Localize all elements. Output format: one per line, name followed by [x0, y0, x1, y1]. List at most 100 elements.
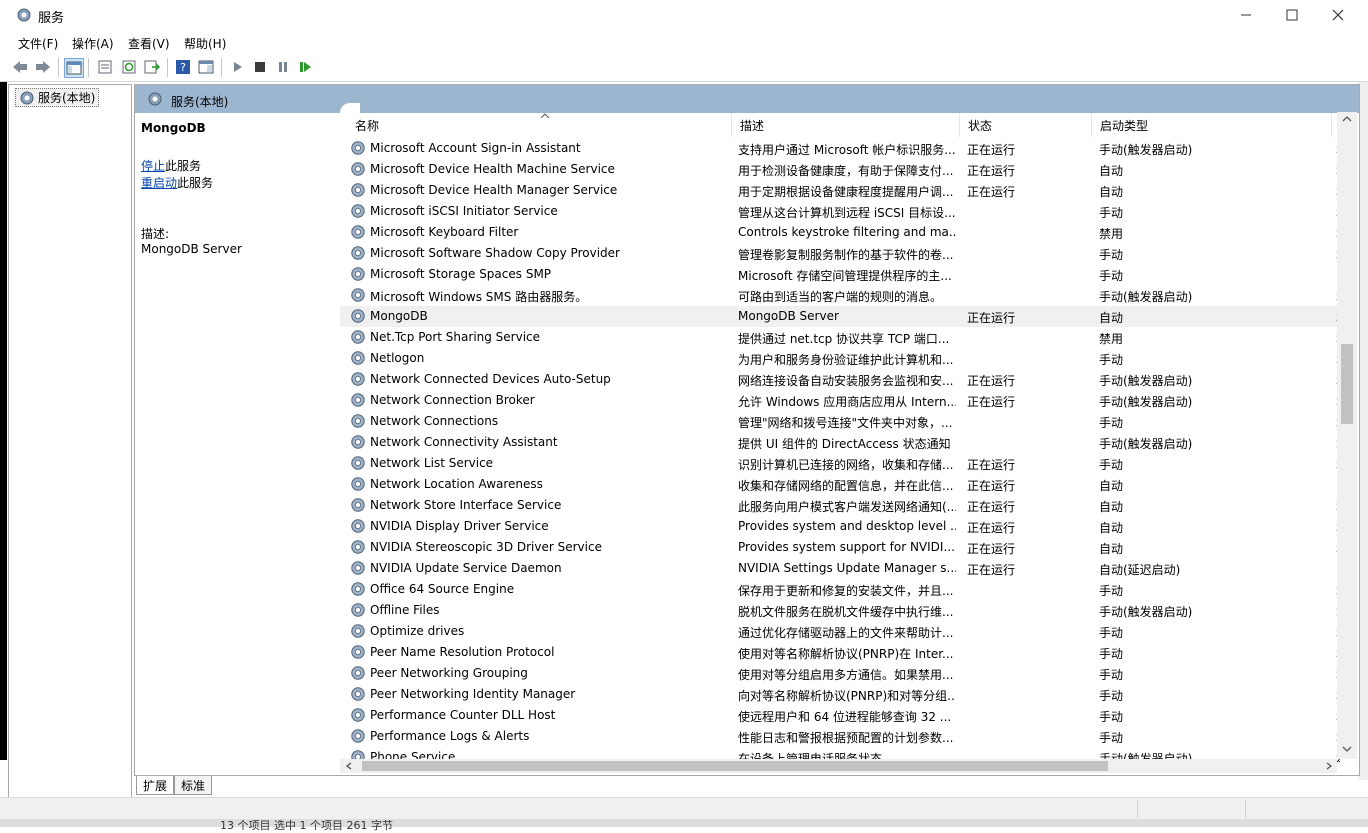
service-row[interactable]: Microsoft Device Health Manager Service 用…	[340, 180, 1340, 201]
service-row[interactable]: Network List Service 识别计算机已连接的网络，收集和存储...…	[340, 453, 1340, 474]
service-gear-icon	[351, 687, 365, 701]
vertical-scroll-thumb[interactable]	[1341, 344, 1353, 424]
service-name: Network Store Interface Service	[370, 498, 562, 512]
service-row[interactable]: Microsoft Windows SMS 路由器服务。 可路由到适当的客户端的规…	[340, 285, 1340, 306]
service-row[interactable]: Peer Name Resolution Protocol 使用对等名称解析协议(…	[340, 642, 1340, 663]
service-startup-type: 禁用	[1099, 227, 1124, 241]
service-row[interactable]: Network Location Awareness 收集和存储网络的配置信息，并…	[340, 474, 1340, 495]
service-detail-panel: MongoDB 停止此服务 重启动此服务 描述: MongoDB Server	[135, 113, 340, 773]
horizontal-scroll-thumb[interactable]	[362, 761, 1108, 771]
service-status: 正在运行	[967, 479, 1016, 493]
service-row[interactable]: Net.Tcp Port Sharing Service 提供通过 net.tcp…	[340, 327, 1340, 348]
menu-action[interactable]: 操作(A)	[72, 35, 114, 52]
service-row[interactable]: Microsoft iSCSI Initiator Service 管理从这台计算…	[340, 201, 1340, 222]
service-gear-icon	[351, 540, 365, 554]
service-description: 用于检测设备健康度，有助于保障支付...	[738, 164, 954, 178]
service-startup-type: 手动(触发器启动)	[1099, 290, 1193, 304]
service-description: 为用户和服务身份验证维护此计算机和...	[738, 353, 954, 367]
horizontal-scrollbar[interactable]	[340, 759, 1337, 773]
maximize-button[interactable]	[1269, 0, 1315, 30]
service-startup-type: 自动(延迟启动)	[1099, 563, 1181, 577]
service-row[interactable]: Office 64 Source Engine 保存用于更新和修复的安装文件，并且…	[340, 579, 1340, 600]
column-header-status[interactable]: 状态	[960, 113, 1092, 137]
service-row[interactable]: NVIDIA Display Driver Service Provides sy…	[340, 516, 1340, 537]
restart-service-link[interactable]: 重启动	[141, 176, 177, 190]
column-header-name[interactable]: 名称	[347, 113, 732, 137]
stop-service-suffix: 此服务	[165, 159, 202, 173]
service-gear-icon	[351, 456, 365, 470]
show-console-tree-button[interactable]	[64, 58, 84, 78]
services-gear-icon	[17, 8, 31, 22]
service-name: Microsoft Account Sign-in Assistant	[370, 141, 581, 155]
tree-node-services-local[interactable]: 服务(本地)	[15, 88, 100, 107]
menu-bar: 文件(F) 操作(A) 查看(V) 帮助(H)	[0, 31, 1368, 53]
service-gear-icon	[351, 204, 365, 218]
menu-help[interactable]: 帮助(H)	[184, 35, 226, 52]
service-row[interactable]: Network Store Interface Service 此服务向用户模式客…	[340, 495, 1340, 516]
service-description: 收集和存储网络的配置信息，并在此信...	[738, 479, 954, 493]
service-startup-type: 禁用	[1099, 332, 1124, 346]
minimize-button[interactable]	[1223, 0, 1269, 30]
column-header-startup-type[interactable]: 启动类型	[1092, 113, 1332, 137]
service-description: 此服务向用户模式客户端发送网络通知(...	[738, 500, 956, 514]
forward-button[interactable]	[34, 58, 52, 76]
properties-icon	[98, 60, 112, 74]
export-list-button[interactable]	[143, 58, 161, 76]
background-window-strip	[0, 819, 1368, 827]
service-row[interactable]: Microsoft Keyboard Filter Controls keystr…	[340, 222, 1340, 243]
action-pane-button[interactable]	[197, 58, 215, 76]
service-row[interactable]: Microsoft Account Sign-in Assistant 支持用户通…	[340, 138, 1340, 159]
column-header-description[interactable]: 描述	[732, 113, 960, 137]
menu-file[interactable]: 文件(F)	[18, 35, 58, 52]
tab-standard[interactable]: 标准	[174, 776, 213, 795]
help-button[interactable]: ?	[174, 58, 192, 76]
service-row[interactable]: Optimize drives通过优化存储驱动器上的文件来帮助计...手动本	[340, 621, 1340, 642]
service-row[interactable]: Network Connected Devices Auto-Setup 网络连接…	[340, 369, 1340, 390]
service-row[interactable]: NVIDIA Stereoscopic 3D Driver Service Pro…	[340, 537, 1340, 558]
menu-view[interactable]: 查看(V)	[128, 35, 170, 52]
service-row[interactable]: MongoDBMongoDB Server正在运行自动本	[340, 306, 1340, 327]
restart-service-button[interactable]	[297, 58, 315, 76]
back-button[interactable]	[11, 58, 29, 76]
service-row[interactable]: Peer Networking Identity Manager 向对等名称解析协…	[340, 684, 1340, 705]
service-row[interactable]: Netlogon为用户和服务身份验证维护此计算机和...手动本	[340, 348, 1340, 369]
service-row[interactable]: Network Connection Broker 允许 Windows 应用商店…	[340, 390, 1340, 411]
service-startup-type: 手动(触发器启动)	[1099, 605, 1193, 619]
service-row[interactable]: Microsoft Software Shadow Copy Provider 管…	[340, 243, 1340, 264]
close-button[interactable]	[1315, 0, 1361, 30]
service-startup-type: 自动	[1099, 164, 1124, 178]
console-tree: 服务(本地)	[8, 84, 132, 798]
stop-service-link[interactable]: 停止	[141, 159, 165, 173]
service-row[interactable]: Microsoft Device Health Machine Service 用…	[340, 159, 1340, 180]
stop-service-button[interactable]	[251, 58, 269, 76]
service-row[interactable]: Performance Logs & Alerts 性能日志和警报根据预配置的计划…	[340, 726, 1340, 747]
service-startup-type: 手动	[1099, 458, 1124, 472]
properties-button[interactable]	[96, 58, 114, 76]
tab-extended[interactable]: 扩展	[136, 776, 175, 795]
service-row[interactable]: Network Connectivity Assistant 提供 UI 组件的 …	[340, 432, 1340, 453]
action-pane-icon	[198, 60, 214, 74]
service-gear-icon	[351, 729, 365, 743]
refresh-button[interactable]	[120, 58, 138, 76]
pause-service-button[interactable]	[274, 58, 292, 76]
service-rows: Microsoft Account Sign-in Assistant 支持用户通…	[340, 138, 1340, 773]
toolbar-separator	[58, 58, 59, 77]
service-description: MongoDB Server	[738, 309, 839, 323]
service-name: Optimize drives	[370, 624, 465, 638]
start-service-button[interactable]	[229, 58, 247, 76]
service-row[interactable]: Performance Counter DLL Host 使远程用户和 64 位进…	[340, 705, 1340, 726]
vertical-scrollbar[interactable]	[1337, 112, 1357, 759]
restart-service-suffix: 此服务	[177, 176, 214, 190]
service-row[interactable]: Peer Networking Grouping 使用对等分组启用多方通信。如果禁…	[340, 663, 1340, 684]
description-value: MongoDB Server	[141, 242, 242, 256]
services-gear-icon	[20, 91, 34, 104]
service-row[interactable]: Microsoft Storage Spaces SMP Microsoft 存储…	[340, 264, 1340, 285]
service-description: 支持用户通过 Microsoft 帐户标识服务...	[738, 143, 956, 157]
stop-service-line: 停止此服务	[141, 157, 201, 174]
toolbar: ?	[0, 54, 1368, 82]
service-row[interactable]: Network Connections 管理"网络和拨号连接"文件夹中对象，...…	[340, 411, 1340, 432]
service-startup-type: 手动	[1099, 206, 1124, 220]
service-row[interactable]: Offline Files 脱机文件服务在脱机文件缓存中执行维... 手动(触发器启…	[340, 600, 1340, 621]
service-row[interactable]: NVIDIA Update Service Daemon NVIDIA Setti…	[340, 558, 1340, 579]
service-gear-icon	[351, 477, 365, 491]
